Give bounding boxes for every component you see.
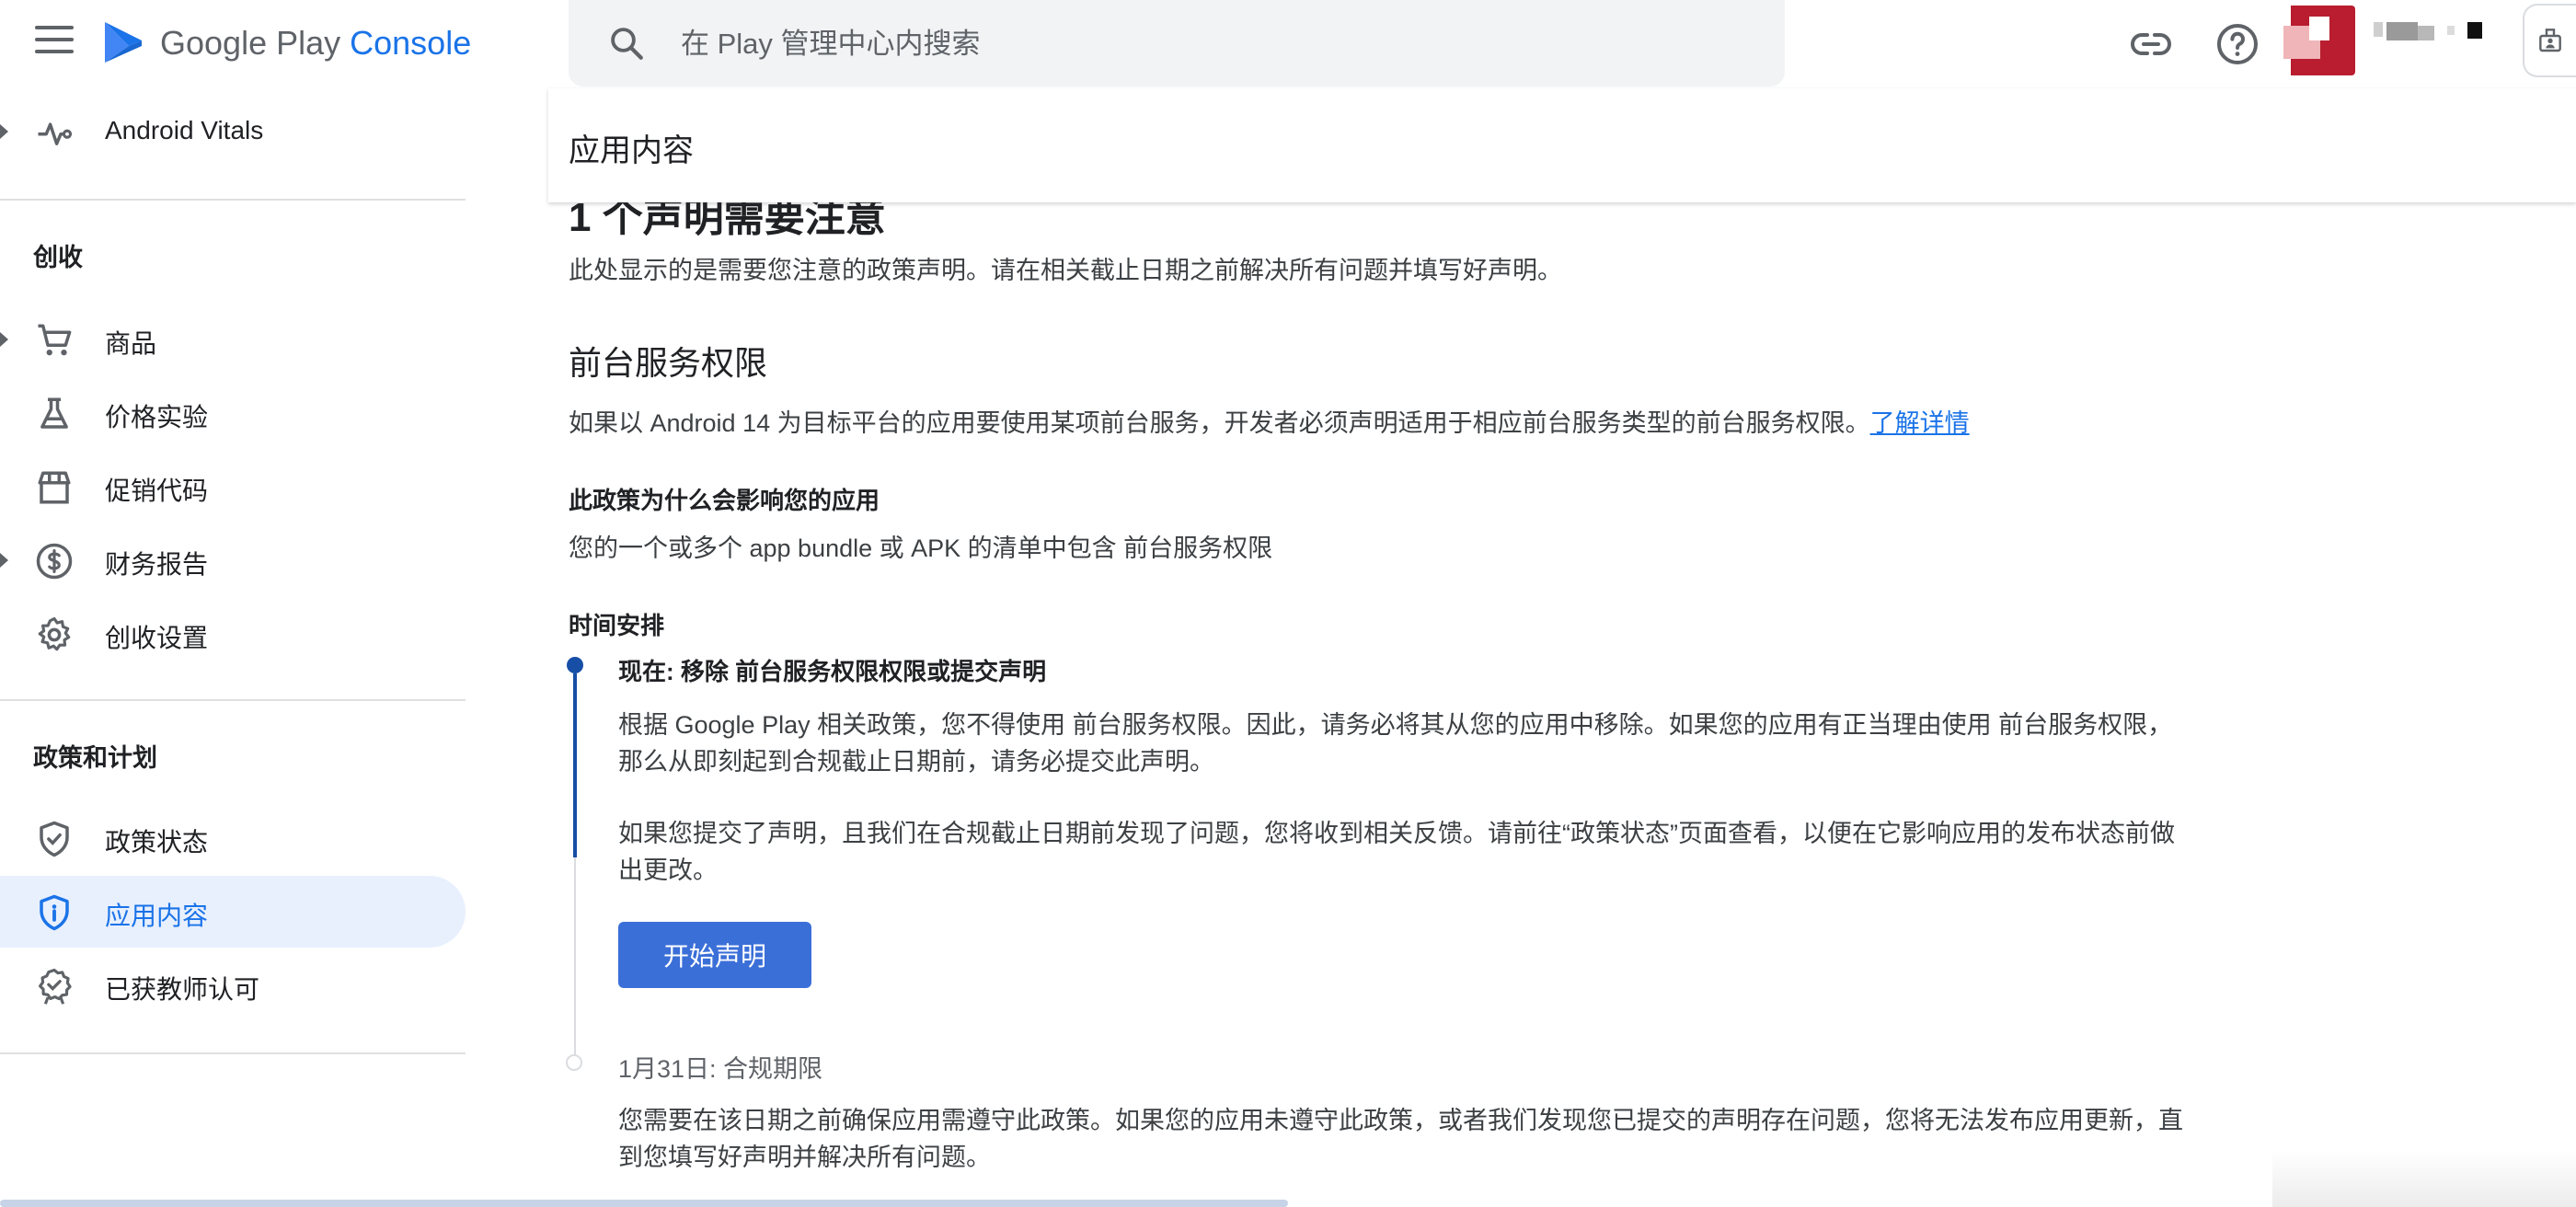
why-affects-text: 您的一个或多个 app bundle 或 APK 的清单中包含 前台服务权限 [569, 535, 1273, 562]
gear-icon [38, 616, 71, 651]
search-icon[interactable] [607, 24, 646, 63]
timeline-step-now-note: 如果您提交了声明，且我们在合规截止日期前发现了问题，您将收到相关反馈。请前往“政… [618, 820, 2175, 847]
expand-caret-icon[interactable] [0, 124, 8, 139]
sidebar-item-label: Android Vitals [105, 116, 264, 144]
timeline-step-now-text: 那么从即刻起到合规截止日期前，请务必提交此声明。 [618, 748, 1214, 776]
sidebar-divider [0, 1052, 466, 1054]
timeline-step-now-label: 现在: 移除 前台服务权限权限或提交声明 [618, 658, 1047, 685]
sidebar-divider [0, 699, 466, 701]
timeline-dot-active [567, 657, 583, 673]
top-bar: Google Play Console [0, 0, 2576, 88]
sidebar-item-monetization-settings[interactable]: 创收设置 [0, 598, 466, 670]
timeline-step-deadline-label: 1月31日: 合规期限 [618, 1055, 823, 1083]
avatar[interactable] [2283, 6, 2355, 75]
sidebar-item-label: 应用内容 [105, 902, 209, 930]
sidebar-item-price-experiments[interactable]: 价格实验 [0, 377, 466, 449]
sidebar-item-label: 财务报告 [105, 550, 209, 579]
shield-check-icon [40, 821, 69, 857]
app-logo-text[interactable]: Google Play Console [160, 24, 471, 63]
menu-icon[interactable] [35, 26, 74, 59]
sidebar-item-app-content[interactable]: 应用内容 [0, 876, 466, 948]
policy-description: 如果以 Android 14 为目标平台的应用要使用某项前台服务，开发者必须声明… [569, 409, 1970, 437]
play-logo-icon [105, 22, 142, 63]
help-icon[interactable] [2215, 22, 2260, 66]
why-affects-heading: 此政策为什么会影响您的应用 [569, 487, 880, 514]
dollar-icon [36, 543, 73, 580]
sidebar-item-policy-status[interactable]: 政策状态 [0, 802, 466, 874]
expand-caret-icon[interactable] [0, 332, 8, 347]
sidebar-item-financial-reports[interactable]: 财务报告 [0, 524, 466, 596]
timeline-line-active [573, 673, 577, 857]
sidebar-item-products[interactable]: 商品 [0, 304, 466, 375]
sidebar-section-monetize: 创收 [33, 244, 83, 271]
store-icon [38, 471, 71, 504]
flask-icon [40, 397, 68, 429]
page-header: 应用内容 [548, 88, 2576, 202]
search-input[interactable] [679, 22, 1750, 66]
timeline-line [574, 857, 576, 1058]
policy-title: 前台服务权限 [569, 344, 768, 382]
page-title: 应用内容 [569, 133, 694, 168]
timeline-dot [566, 1054, 582, 1071]
sidebar-item-label: 价格实验 [105, 403, 209, 431]
schedule-heading: 时间安排 [569, 612, 665, 639]
sidebar-section-policy: 政策和计划 [33, 744, 157, 772]
sidebar-item-label: 创收设置 [105, 624, 209, 652]
sidebar-item-label: 已获教师认可 [105, 975, 260, 1004]
sidebar-item-android-vitals[interactable]: Android Vitals [0, 96, 466, 167]
cart-icon [38, 324, 72, 356]
timeline-step-now-note: 出更改。 [618, 856, 718, 884]
sidebar-item-label: 政策状态 [105, 828, 209, 856]
link-icon[interactable] [2129, 22, 2173, 66]
intro-text: 此处显示的是需要您注意的政策声明。请在相关截止日期之前解决所有问题并填写好声明。 [569, 257, 1562, 284]
timeline-step-now-text: 根据 Google Play 相关政策，您不得使用 前台服务权限。因此，请务必将… [618, 711, 2173, 739]
search-bar[interactable] [569, 0, 1785, 86]
timeline-step-deadline-text: 您需要在该日期之前确保应用需遵守此政策。如果您的应用未遵守此政策，或者我们发现您… [618, 1107, 2183, 1134]
sidebar-item-promo-codes[interactable]: 促销代码 [0, 451, 466, 523]
sidebar-item-label: 商品 [105, 329, 157, 358]
scroll-shadow [2272, 1150, 2576, 1207]
timeline-step-deadline-text: 到您填写好声明并解决所有问题。 [618, 1144, 991, 1171]
learn-more-link[interactable]: 了解详情 [1870, 409, 1970, 437]
shield-info-icon [40, 894, 69, 931]
sidebar-item-label: 促销代码 [105, 477, 209, 505]
sidebar-item-teacher-approved[interactable]: 已获教师认可 [0, 949, 466, 1021]
vitals-icon [38, 122, 73, 145]
horizontal-scrollbar[interactable] [0, 1200, 1288, 1207]
account-switcher[interactable] [2283, 4, 2513, 75]
account-icon[interactable] [2523, 4, 2576, 77]
start-declaration-button[interactable]: 开始声明 [618, 922, 811, 988]
expand-caret-icon[interactable] [0, 553, 8, 568]
badge-icon [39, 968, 72, 1005]
sidebar-divider [0, 199, 466, 201]
